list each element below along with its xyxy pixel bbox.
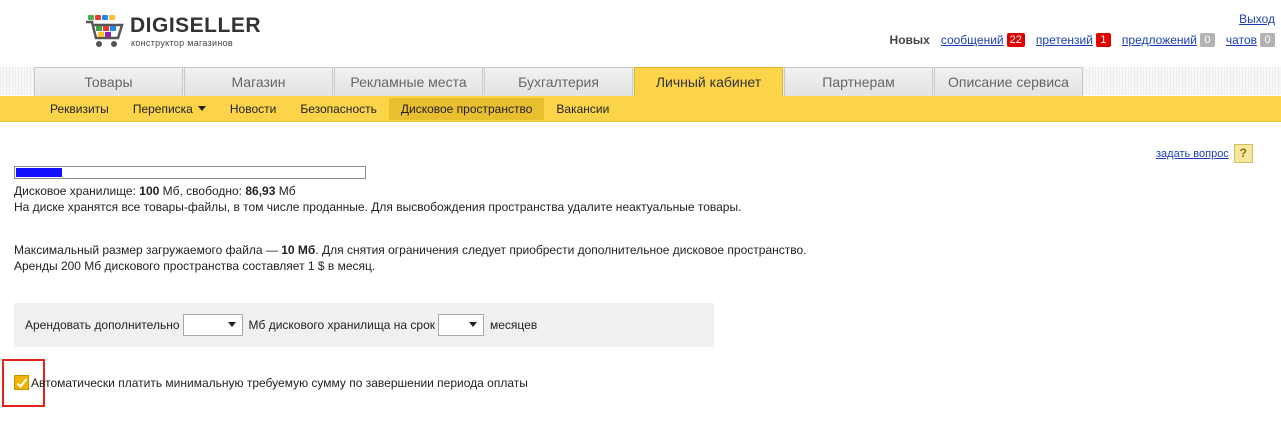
max-file-size: Максимальный размер загружаемого файла —… — [14, 242, 807, 258]
storage-free-value: 86,93 — [245, 184, 276, 198]
storage-total-prefix: Дисковое хранилище: — [14, 184, 140, 198]
subnav-item-security[interactable]: Безопасность — [288, 98, 389, 120]
tab-ad-places[interactable]: Рекламные места — [334, 67, 483, 96]
offers-badge: 0 — [1199, 33, 1215, 47]
claims-link[interactable]: претензий — [1036, 33, 1093, 47]
rent-price-note: Аренды 200 Мб дискового пространства сос… — [14, 259, 376, 273]
checkmark-icon — [16, 378, 28, 388]
tab-partners[interactable]: Партнерам — [784, 67, 933, 96]
offers-link[interactable]: предложений — [1122, 33, 1197, 47]
dropdown-arrow-icon — [227, 322, 236, 327]
logo[interactable]: DIGISELLER конструктор магазинов — [84, 12, 274, 52]
max-prefix: Максимальный размер загружаемого файла — — [14, 243, 282, 257]
claims-badge: 1 — [1095, 33, 1111, 47]
dropdown-arrow-icon — [469, 322, 477, 327]
tab-personal-account[interactable]: Личный кабинет — [634, 67, 783, 97]
tab-accounting[interactable]: Бухгалтерия — [484, 67, 633, 96]
rent-months-select[interactable] — [438, 314, 484, 336]
limits-info: Максимальный размер загружаемого файла —… — [14, 242, 807, 274]
subnav-item-requisites[interactable]: Реквизиты — [38, 98, 121, 120]
question-icon[interactable]: ? — [1233, 144, 1253, 163]
storage-info: Дисковое хранилище: 100 Мб, свободно: 86… — [14, 183, 741, 215]
max-value: 10 Мб — [281, 243, 316, 257]
brand-title: DIGISELLER — [130, 14, 262, 37]
subnav: Реквизиты Переписка Новости Безопасность… — [0, 96, 1281, 122]
storage-total-unit: Мб, свободно: — [159, 184, 246, 198]
chats-link[interactable]: чатов — [1226, 33, 1257, 47]
chats-badge: 0 — [1260, 33, 1275, 47]
ask-question: задать вопрос ? — [1156, 144, 1253, 163]
autopay-row: Автоматически платить минимальную требуе… — [14, 375, 528, 390]
rent-amount-select[interactable] — [182, 314, 243, 336]
cart-icon — [86, 15, 124, 47]
ask-question-link[interactable]: задать вопрос — [1156, 148, 1229, 160]
main-tabs: Товары Магазин Рекламные места Бухгалтер… — [34, 67, 1084, 97]
messages-badge: 22 — [1006, 33, 1025, 47]
max-suffix: . Для снятия ограничения следует приобре… — [315, 243, 807, 257]
storage-free-unit: Мб — [275, 184, 296, 198]
storage-progress-bar — [14, 166, 366, 179]
rent-label-middle: Мб дискового хранилища на срок — [248, 318, 436, 332]
subnav-item-disk-space[interactable]: Дисковое пространство — [388, 98, 545, 120]
notification-counters: Новых сообщений 22 претензий 1 предложен… — [890, 32, 1275, 48]
tab-shop[interactable]: Магазин — [184, 67, 333, 96]
subnav-item-news[interactable]: Новости — [218, 98, 288, 120]
storage-progress-fill — [16, 168, 62, 177]
storage-note: На диске хранятся все товары-файлы, в то… — [14, 200, 742, 214]
brand-subtitle: конструктор магазинов — [131, 38, 234, 48]
autopay-checkbox[interactable] — [14, 375, 29, 390]
subnav-item-correspondence[interactable]: Переписка — [121, 98, 218, 120]
storage-summary: Дисковое хранилище: 100 Мб, свободно: 86… — [14, 183, 741, 199]
subnav-item-vacancies[interactable]: Вакансии — [544, 98, 621, 120]
messages-link[interactable]: сообщений — [941, 33, 1004, 47]
rent-label-after: месяцев — [490, 318, 538, 332]
autopay-label[interactable]: Автоматически платить минимальную требуе… — [31, 376, 528, 390]
rent-form: Арендовать дополнительно Мб дискового хр… — [14, 303, 714, 347]
caret-down-icon — [197, 106, 206, 112]
logout-link[interactable]: Выход — [1239, 12, 1275, 26]
new-label: Новых — [889, 33, 930, 47]
subnav-item-label: Переписка — [132, 102, 193, 116]
tab-service-description[interactable]: Описание сервиса — [934, 67, 1083, 96]
rent-label-before: Арендовать дополнительно — [25, 318, 180, 332]
tab-goods[interactable]: Товары — [34, 67, 183, 96]
storage-total-value: 100 — [139, 184, 160, 198]
